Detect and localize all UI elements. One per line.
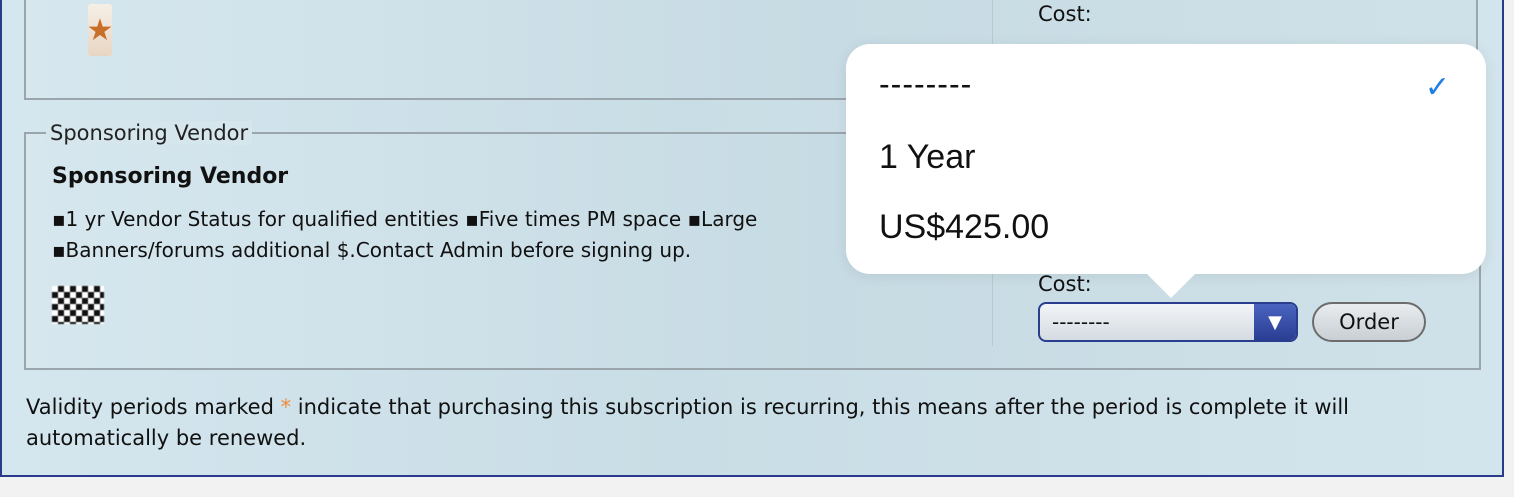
star-rank-image: ★ xyxy=(86,4,114,56)
chevron-down-icon[interactable]: ▼ xyxy=(1254,304,1296,340)
recurring-asterisk: * xyxy=(280,395,292,419)
cost-options-popover: -------- ✓ 1 Year US$425.00 xyxy=(846,44,1486,274)
star-icon: ★ xyxy=(86,12,114,48)
popover-arrow xyxy=(1145,272,1197,298)
order-button[interactable]: Order xyxy=(1312,302,1426,342)
checkmark-icon: ✓ xyxy=(1424,70,1450,105)
option-placeholder[interactable]: -------- xyxy=(879,66,972,103)
plan-title: Sponsoring Vendor xyxy=(52,164,289,189)
fieldset-legend: Sponsoring Vendor xyxy=(46,121,253,145)
plan-description-line: ▪Banners/forums additional $.Contact Adm… xyxy=(52,238,692,262)
recurring-note: Validity periods marked * indicate that … xyxy=(26,395,1350,450)
option-price[interactable]: US$425.00 xyxy=(879,208,1049,247)
cost-select-value: -------- xyxy=(1052,310,1110,334)
plan-description-line: ▪1 yr Vendor Status for qualified entiti… xyxy=(52,207,758,231)
cost-select[interactable]: -------- ▼ xyxy=(1038,302,1298,342)
rank-image xyxy=(52,286,104,324)
option-group-1-year: 1 Year xyxy=(879,138,976,176)
cost-label-top: Cost: xyxy=(1038,2,1092,26)
plan-description: ▪1 yr Vendor Status for qualified entiti… xyxy=(52,204,982,266)
cost-label: Cost: xyxy=(1038,272,1092,296)
